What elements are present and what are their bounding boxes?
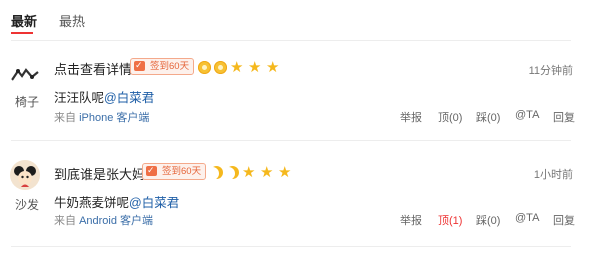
star-icon: ★ — [242, 164, 256, 182]
comment-text: 牛奶燕麦饼呢 — [54, 196, 130, 210]
sun-icon — [198, 61, 211, 75]
upvote-button[interactable]: 顶(0) — [438, 109, 462, 125]
mention-link[interactable]: @白菜君 — [129, 196, 179, 210]
star-icon: ★ — [230, 59, 244, 77]
mention-user-button[interactable]: @TA — [515, 109, 539, 121]
avatar-image-icon — [11, 68, 39, 81]
mention-link[interactable]: @白菜君 — [104, 91, 154, 105]
calendar-icon — [134, 58, 145, 73]
avatar[interactable] — [10, 58, 40, 88]
star-icon: ★ — [266, 59, 280, 77]
downvote-button[interactable]: 踩(0) — [476, 212, 500, 228]
tab-hottest[interactable]: 最热 — [59, 11, 85, 30]
checkin-badge: 签到60天 — [142, 163, 207, 180]
checkin-badge-label: 签到60天 — [162, 166, 202, 177]
downvote-button[interactable]: 踩(0) — [476, 109, 500, 125]
comment-actions: 举报 顶(0) 踩(0) @TA 回复 — [0, 109, 600, 125]
moon-icon — [226, 166, 239, 179]
moon-icon — [210, 166, 223, 179]
floor-label: 椅子 — [15, 95, 40, 109]
avatar[interactable] — [10, 160, 40, 190]
comment-divider — [11, 246, 571, 247]
upvote-button[interactable]: 顶(1) — [438, 212, 462, 228]
comment-tabs: 最新 最热 — [0, 0, 600, 40]
comment-content: 汪汪队呢@白菜君 — [54, 87, 154, 106]
comment-time: 1小时前 — [533, 169, 573, 181]
avatar-image-icon — [14, 166, 36, 187]
mention-user-button[interactable]: @TA — [515, 212, 539, 224]
username-link[interactable]: 点击查看详情 — [54, 59, 132, 78]
star-icon: ★ — [260, 164, 274, 182]
star-icon: ★ — [278, 164, 292, 182]
tabs-divider — [11, 40, 571, 41]
comment-time: 11分钟前 — [528, 65, 573, 77]
tab-latest[interactable]: 最新 — [11, 11, 37, 30]
comment-actions: 举报 顶(1) 踩(0) @TA 回复 — [0, 212, 600, 228]
reply-button[interactable]: 回复 — [553, 109, 575, 125]
checkin-badge: 签到60天 — [130, 58, 195, 75]
calendar-icon — [146, 163, 157, 178]
comment-content: 牛奶燕麦饼呢@白菜君 — [54, 192, 179, 211]
report-button[interactable]: 举报 — [400, 109, 422, 125]
comment-divider — [11, 140, 571, 141]
comment-item: 沙发 到底谁是张大妈 签到60天 ★★★ 1小时前 牛奶燕麦饼呢@白菜君 来自 … — [0, 146, 600, 246]
reply-button[interactable]: 回复 — [553, 212, 575, 228]
star-icon: ★ — [248, 59, 262, 77]
comment-text: 汪汪队呢 — [54, 91, 105, 105]
report-button[interactable]: 举报 — [400, 212, 422, 228]
checkin-badge-label: 签到60天 — [150, 61, 190, 72]
comment-item: 椅子 点击查看详情 签到60天 ★★★ 11分钟前 汪汪队呢@白菜君 来自 iP… — [0, 46, 600, 146]
username-link[interactable]: 到底谁是张大妈 — [54, 164, 145, 183]
sun-icon — [214, 61, 227, 75]
active-tab-indicator — [11, 32, 33, 34]
user-level: ★ ★ ★ — [210, 164, 296, 180]
floor-label: 沙发 — [15, 198, 40, 212]
user-level: ★ ★ ★ — [198, 59, 284, 75]
